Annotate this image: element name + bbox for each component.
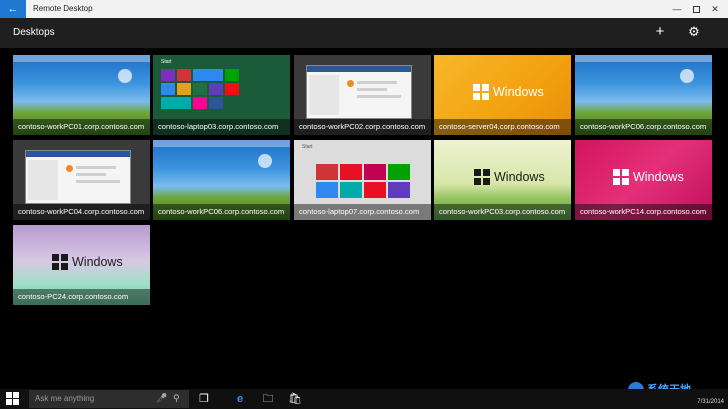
desktop-name: contoso-workPC04.corp.contoso.com	[18, 207, 145, 216]
windows-logo-icon	[52, 254, 68, 270]
desktop-name: contoso-laptop07.corp.contoso.com	[299, 207, 420, 216]
desktop-tile[interactable]: contoso-workPC04.corp.contoso.com	[13, 140, 150, 220]
task-view-icon[interactable]: ❐	[197, 392, 211, 406]
desktop-name: contoso-PC24.corp.contoso.com	[18, 292, 129, 301]
desktop-tile[interactable]: Windows contoso-server04.corp.contoso.co…	[434, 55, 571, 135]
desktop-name: contoso-workPC01.corp.contoso.com	[18, 122, 145, 131]
maximize-icon	[692, 6, 700, 14]
page-title: Desktops	[13, 27, 55, 38]
gear-icon: ⚙	[688, 24, 700, 39]
store-icon[interactable]: 🛍	[288, 392, 302, 406]
desktop-tile[interactable]: Windows contoso-PC24.corp.contoso.com	[13, 225, 150, 305]
desktop-name: contoso-workPC14.corp.contoso.com	[580, 207, 707, 216]
desktop-tile[interactable]: Start contoso-laptop07.corp.contoso.com	[294, 140, 431, 220]
search-icon[interactable]: ⚲	[173, 392, 180, 404]
windows-logo-icon	[613, 169, 629, 185]
plus-icon: +	[655, 23, 665, 40]
desktop-tile[interactable]: contoso-workPC01.corp.contoso.com	[13, 55, 150, 135]
start-button[interactable]	[6, 392, 20, 406]
minimize-icon: —	[672, 4, 682, 14]
taskbar-date: 7/31/2014	[697, 399, 724, 405]
search-placeholder: Ask me anything	[35, 394, 95, 403]
window-title: Remote Desktop	[33, 4, 93, 13]
desktop-name: contoso-workPC02.corp.contoso.com	[299, 122, 426, 131]
file-explorer-icon[interactable]: 🗀	[261, 392, 275, 406]
microphone-icon[interactable]: 🎤	[156, 392, 167, 404]
desktop-name: contoso-laptop03.corp.contoso.com	[158, 122, 279, 131]
search-input[interactable]: Ask me anything 🎤 ⚲	[29, 390, 189, 408]
desktop-tile[interactable]: Start contoso-laptop03.corp.contoso.com	[153, 55, 290, 135]
maximize-button[interactable]	[688, 0, 704, 18]
back-button[interactable]: ←	[0, 0, 26, 18]
taskbar: Ask me anything 🎤 ⚲ ❐ e 🗀 🛍 7/31/2014	[0, 389, 728, 409]
app-header: Desktops + ⚙	[0, 18, 728, 48]
desktop-name: contoso-workPC06.corp.contoso.com	[158, 207, 285, 216]
minimize-button[interactable]: —	[669, 0, 685, 18]
desktop-tile[interactable]: Windows contoso-workPC14.corp.contoso.co…	[575, 140, 712, 220]
windows-logo-icon	[474, 169, 490, 185]
desktop-name: contoso-workPC06.corp.contoso.com	[580, 122, 707, 131]
close-button[interactable]: ✕	[707, 0, 723, 18]
close-icon: ✕	[711, 4, 719, 14]
browser-icon[interactable]: e	[233, 392, 247, 406]
desktop-tile[interactable]: contoso-workPC06.corp.contoso.com	[575, 55, 712, 135]
window-title-bar: ← Remote Desktop — ✕	[0, 0, 728, 18]
desktop-tile[interactable]: Windows contoso-workPC03.corp.contoso.co…	[434, 140, 571, 220]
back-arrow-icon: ←	[7, 3, 19, 15]
desktop-tile[interactable]: contoso-workPC02.corp.contoso.com	[294, 55, 431, 135]
desktop-tile[interactable]: contoso-workPC06.corp.contoso.com	[153, 140, 290, 220]
add-desktop-button[interactable]: +	[652, 23, 668, 41]
desktop-name: contoso-workPC03.corp.contoso.com	[439, 207, 566, 216]
windows-logo-icon	[473, 84, 489, 100]
settings-button[interactable]: ⚙	[685, 23, 703, 41]
desktop-name: contoso-server04.corp.contoso.com	[439, 122, 560, 131]
